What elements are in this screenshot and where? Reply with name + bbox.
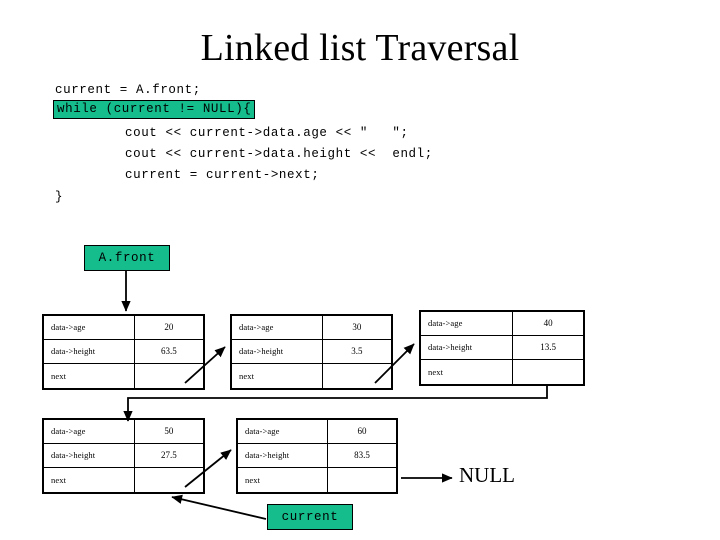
linked-list-node: data->age 50 data->height 27.5 next [42,418,205,494]
node-field-next-value [328,468,396,492]
linked-list-node: data->age 60 data->height 83.5 next [236,418,398,494]
current-pointer-box[interactable]: current [267,504,353,530]
node-row: next [44,467,203,492]
node-field-next-value [135,468,203,492]
node-field-age-label: data->age [44,316,135,339]
node-row: data->height 83.5 [238,443,396,468]
node-field-age-label: data->age [232,316,323,339]
node-field-height-label: data->height [238,443,329,467]
node-field-next-label: next [238,467,329,492]
node-field-age-value: 30 [352,322,362,333]
linked-list-node: data->age 30 data->height 3.5 next [230,314,393,390]
node-field-next-label: next [421,359,514,384]
linked-list-node: data->age 40 data->height 13.5 next [419,310,585,386]
node-row: data->age 40 [421,312,583,336]
page-title: Linked list Traversal [200,27,520,69]
node-field-next-label: next [44,467,135,492]
node-row: data->age 20 [44,316,203,340]
node-field-height-value: 3.5 [351,346,363,357]
node-field-next-label: next [232,363,323,388]
node-row: data->height 3.5 [232,339,391,364]
code-line-4: cout << current->data.height << endl; [125,147,433,161]
node-field-next-value [323,364,391,388]
code-line-1: current = A.front; [55,83,201,97]
node-field-height-label: data->height [232,339,323,363]
node-field-height-value: 83.5 [354,450,370,461]
node-row: data->height 27.5 [44,443,203,468]
node-row: data->height 63.5 [44,339,203,364]
node-row: data->height 13.5 [421,335,583,360]
node-field-age-label: data->age [44,420,135,443]
current-pointer-label: current [281,510,339,524]
code-line-5: current = current->next; [125,168,320,182]
node-field-height-value: 27.5 [160,450,177,461]
node-row: data->age 50 [44,420,203,444]
slide-canvas: Linked list Traversal current = A.front;… [0,0,720,540]
node-field-next-value [513,360,583,384]
code-line-2-highlighted: while (current != NULL){ [53,100,256,119]
node-row: next [44,363,203,388]
node-row: next [238,467,396,492]
node-field-height-value: 13.5 [540,342,557,353]
null-terminator-label: NULL [459,463,515,487]
head-pointer-label: A.front [98,251,156,265]
node-field-age-value: 20 [164,322,174,333]
node-field-height-label: data->height [44,443,135,467]
arrow-node3-to-node4 [123,386,548,422]
node-field-height-value: 63.5 [160,346,177,357]
code-line-6: } [55,190,64,204]
node-field-next-label: next [44,363,135,388]
arrow-current-to-node4 [171,494,267,520]
node-row: next [421,359,583,384]
linked-list-node: data->age 20 data->height 63.5 next [42,314,205,390]
node-field-age-value: 40 [543,318,553,329]
node-field-height-label: data->height [421,335,514,359]
node-field-height-label: data->height [44,339,135,363]
node-row: next [232,363,391,388]
node-field-next-value [135,364,203,388]
node-field-age-value: 50 [164,426,174,437]
head-pointer-box[interactable]: A.front [84,245,170,271]
node-field-age-label: data->age [421,312,514,335]
node-row: data->age 60 [238,420,396,444]
node-field-age-value: 60 [357,426,367,437]
node-field-age-label: data->age [238,420,329,443]
node-row: data->age 30 [232,316,391,340]
code-line-3: cout << current->data.age << " "; [125,126,409,140]
